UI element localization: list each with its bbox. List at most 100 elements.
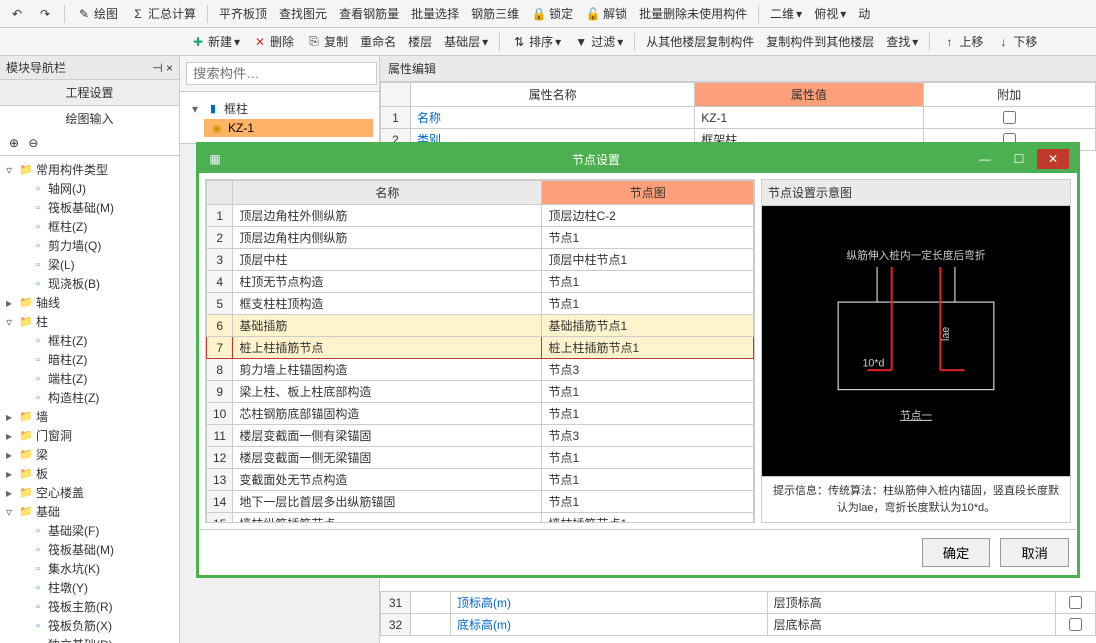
tree-item[interactable]: ▿📁常用构件类型 bbox=[4, 160, 175, 179]
tree-item[interactable]: ▸📁空心楼盖 bbox=[4, 483, 175, 502]
component-tree[interactable]: ▿📁常用构件类型▫轴网(J)▫筏板基础(M)▫框柱(Z)▫剪力墙(Q)▫梁(L)… bbox=[0, 156, 179, 643]
tool-draw[interactable]: ✎绘图 bbox=[72, 3, 122, 24]
prop-name[interactable]: 底标高(m) bbox=[451, 614, 768, 636]
tree-item[interactable]: ▫构造柱(Z) bbox=[4, 388, 175, 407]
prop-value[interactable]: 层底标高 bbox=[767, 614, 1055, 636]
node-table-row[interactable]: 11楼层变截面一侧有梁锚固节点3 bbox=[207, 425, 754, 447]
node-name[interactable]: 柱顶无节点构造 bbox=[233, 271, 542, 293]
node-pic[interactable]: 节点1 bbox=[542, 403, 754, 425]
expand-icon[interactable]: ▿ bbox=[6, 505, 16, 519]
expand-icon[interactable]: ▿ bbox=[6, 315, 16, 329]
node-name[interactable]: 顶层中柱 bbox=[233, 249, 542, 271]
ok-button[interactable]: 确定 bbox=[922, 538, 991, 567]
tree-item[interactable]: ▫独立基础(D) bbox=[4, 635, 175, 643]
node-pic[interactable]: 顶层边柱C-2 bbox=[542, 205, 754, 227]
sidebar-tab-draw[interactable]: 绘图输入 bbox=[0, 106, 179, 131]
expand-icon[interactable]: ▿ bbox=[6, 163, 16, 177]
node-table-row[interactable]: 4柱顶无节点构造节点1 bbox=[207, 271, 754, 293]
node-name[interactable]: 地下一层比首层多出纵筋锚固 bbox=[233, 491, 542, 513]
node-table-row[interactable]: 5框支柱柱顶构造节点1 bbox=[207, 293, 754, 315]
node-table-row[interactable]: 9梁上柱、板上柱底部构造节点1 bbox=[207, 381, 754, 403]
node-name[interactable]: 芯柱钢筋底部锚固构造 bbox=[233, 403, 542, 425]
action-rename[interactable]: 重命名 bbox=[356, 31, 400, 52]
tree-item[interactable]: ▫端柱(Z) bbox=[4, 369, 175, 388]
node-pic[interactable]: 节点1 bbox=[542, 271, 754, 293]
dialog-titlebar[interactable]: ▦ 节点设置 — ☐ ✕ bbox=[199, 145, 1077, 173]
expand-icon[interactable]: ▸ bbox=[6, 448, 16, 462]
action-foundation-layer[interactable]: 基础层 ▾ bbox=[440, 31, 492, 52]
node-table-row[interactable]: 7桩上柱插筋节点桩上柱插筋节点1 bbox=[207, 337, 754, 359]
node-table-row[interactable]: 6基础插筋基础插筋节点1 bbox=[207, 315, 754, 337]
tree-item[interactable]: ▫框柱(Z) bbox=[4, 217, 175, 236]
node-name[interactable]: 顶层边角柱外侧纵筋 bbox=[233, 205, 542, 227]
prop-value[interactable]: 层顶标高 bbox=[767, 592, 1055, 614]
node-pic[interactable]: 节点3 bbox=[542, 425, 754, 447]
tree-item[interactable]: ▫集水坑(K) bbox=[4, 559, 175, 578]
action-copy[interactable]: ⎘复制 bbox=[302, 31, 352, 52]
node-table-row[interactable]: 15墙柱纵筋插筋节点墙柱插筋节点1 bbox=[207, 513, 754, 524]
tool-2d[interactable]: 二维 ▾ bbox=[766, 3, 806, 24]
expand-icon[interactable]: ▸ bbox=[6, 296, 16, 310]
tool-view-rebar[interactable]: 查看钢筋量 bbox=[335, 3, 403, 24]
prop-checkbox[interactable] bbox=[1003, 111, 1016, 124]
collapse-icon[interactable]: ⊖ bbox=[25, 135, 41, 151]
node-table-row[interactable]: 13变截面处无节点构造节点1 bbox=[207, 469, 754, 491]
prop-value[interactable]: KZ-1 bbox=[695, 107, 923, 129]
action-filter[interactable]: ▼过滤 ▾ bbox=[569, 31, 627, 52]
action-copy-from-floor[interactable]: 从其他楼层复制构件 bbox=[642, 31, 758, 52]
prop-extra[interactable] bbox=[1056, 614, 1096, 636]
tree-item[interactable]: ▸📁板 bbox=[4, 464, 175, 483]
cancel-button[interactable]: 取消 bbox=[1000, 538, 1069, 567]
node-pic[interactable]: 节点1 bbox=[542, 381, 754, 403]
expand-icon[interactable]: ▾ bbox=[192, 102, 202, 116]
property-row[interactable]: 32底标高(m)层底标高 bbox=[381, 614, 1096, 636]
node-pic[interactable]: 节点1 bbox=[542, 293, 754, 315]
tree-item[interactable]: ▫筏板负筋(X) bbox=[4, 616, 175, 635]
expand-icon[interactable]: ▸ bbox=[6, 410, 16, 424]
prop-extra[interactable] bbox=[923, 107, 1095, 129]
property-row[interactable]: 31顶标高(m)层顶标高 bbox=[381, 592, 1096, 614]
prop-extra[interactable] bbox=[1056, 592, 1096, 614]
tool-undo[interactable]: ↶ bbox=[5, 4, 29, 24]
tree-item[interactable]: ▫剪力墙(Q) bbox=[4, 236, 175, 255]
action-sort[interactable]: ⇅排序 ▾ bbox=[507, 31, 565, 52]
node-name[interactable]: 基础插筋 bbox=[233, 315, 542, 337]
action-find[interactable]: 查找 ▾ bbox=[882, 31, 922, 52]
action-floor[interactable]: 楼层 bbox=[404, 31, 436, 52]
action-copy-to-floor[interactable]: 复制构件到其他楼层 bbox=[762, 31, 878, 52]
action-new[interactable]: ✚新建 ▾ bbox=[186, 31, 244, 52]
node-name[interactable]: 框支柱柱顶构造 bbox=[233, 293, 542, 315]
tool-lock[interactable]: 🔒锁定 bbox=[527, 3, 577, 24]
node-name[interactable]: 桩上柱插筋节点 bbox=[233, 337, 542, 359]
node-table-row[interactable]: 3顶层中柱顶层中柱节点1 bbox=[207, 249, 754, 271]
tool-overlook[interactable]: 俯视 ▾ bbox=[810, 3, 850, 24]
node-name[interactable]: 墙柱纵筋插筋节点 bbox=[233, 513, 542, 524]
tree-item[interactable]: ▫筏板基础(M) bbox=[4, 540, 175, 559]
tree-item[interactable]: ▫现浇板(B) bbox=[4, 274, 175, 293]
node-pic[interactable]: 基础插筋节点1 bbox=[542, 315, 754, 337]
tree-item[interactable]: ▸📁梁 bbox=[4, 445, 175, 464]
tree-item[interactable]: ▸📁门窗洞 bbox=[4, 426, 175, 445]
expand-icon[interactable]: ⊕ bbox=[6, 135, 22, 151]
node-pic[interactable]: 节点1 bbox=[542, 491, 754, 513]
node-pic[interactable]: 节点3 bbox=[542, 359, 754, 381]
expand-icon[interactable]: ▸ bbox=[6, 486, 16, 500]
tool-batch-select[interactable]: 批量选择 bbox=[407, 3, 463, 24]
tree-item[interactable]: ▫梁(L) bbox=[4, 255, 175, 274]
tree-item[interactable]: ▿📁基础 bbox=[4, 502, 175, 521]
action-delete[interactable]: ✕删除 bbox=[248, 31, 298, 52]
tree-node-kz1[interactable]: ◉ KZ-1 bbox=[204, 119, 373, 137]
node-table-row[interactable]: 10芯柱钢筋底部锚固构造节点1 bbox=[207, 403, 754, 425]
prop-name[interactable]: 名称 bbox=[411, 107, 695, 129]
tree-item[interactable]: ▿📁柱 bbox=[4, 312, 175, 331]
prop-checkbox[interactable] bbox=[1069, 618, 1082, 631]
tool-batch-delete[interactable]: 批量删除未使用构件 bbox=[635, 3, 751, 24]
tree-item[interactable]: ▫柱墩(Y) bbox=[4, 578, 175, 597]
node-table-row[interactable]: 8剪力墙上柱锚固构造节点3 bbox=[207, 359, 754, 381]
node-pic[interactable]: 桩上柱插筋节点1 bbox=[542, 337, 754, 359]
tool-rebar-3d[interactable]: 钢筋三维 bbox=[467, 3, 523, 24]
dialog-maximize-button[interactable]: ☐ bbox=[1003, 149, 1035, 169]
node-name[interactable]: 变截面处无节点构造 bbox=[233, 469, 542, 491]
node-name[interactable]: 顶层边角柱内侧纵筋 bbox=[233, 227, 542, 249]
dialog-close-button[interactable]: ✕ bbox=[1037, 149, 1069, 169]
